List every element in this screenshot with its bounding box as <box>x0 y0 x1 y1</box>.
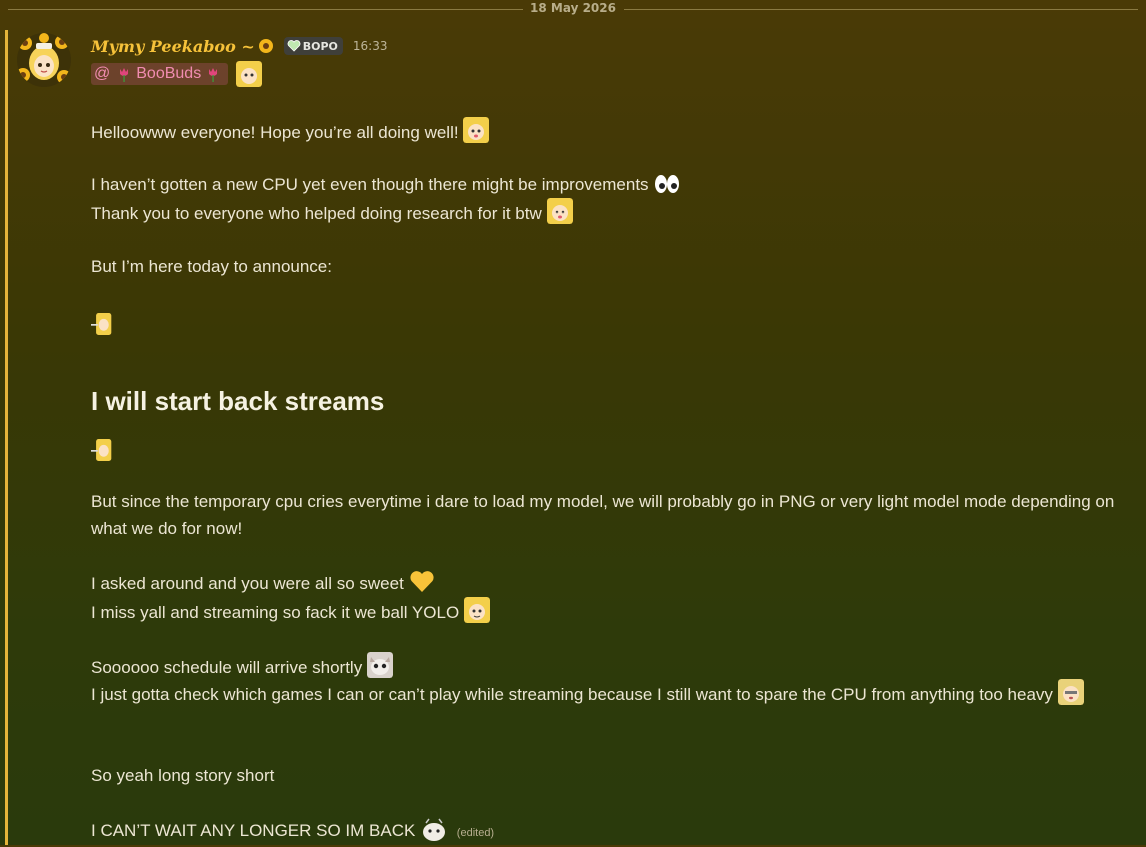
divider-line-right <box>624 9 1138 10</box>
message-text: Helloowww everyone! Hope you’re all doin… <box>91 123 459 142</box>
message-line: I asked around and you were all so sweet <box>91 570 435 597</box>
message-timestamp[interactable]: 16:33 <box>353 39 388 53</box>
role-mention-label: BooBuds <box>136 65 202 82</box>
message-line: Thank you to everyone who helped doing r… <box>91 198 573 225</box>
date-divider: 18 May 2026 <box>0 0 1146 18</box>
message-text: I asked around and you were all so sweet <box>91 574 404 593</box>
divider-line-left <box>8 9 523 10</box>
message-line: I haven’t gotten a new CPU yet even thou… <box>91 171 681 198</box>
message-text: I haven’t gotten a new CPU yet even thou… <box>91 175 649 194</box>
chibi-emote[interactable] <box>546 198 573 224</box>
message-line: Helloowww everyone! Hope you’re all doin… <box>91 117 490 144</box>
message-line <box>91 311 113 338</box>
role-tag-label: BOPO <box>302 39 338 53</box>
message-line: So yeah long story short <box>91 762 274 789</box>
message-text: I CAN’T WAIT ANY LONGER SO IM BACK <box>91 821 416 840</box>
edited-indicator[interactable]: (edited) <box>457 827 494 839</box>
message-text: But I’m here today to announce: <box>91 257 332 276</box>
yellow-heart-emoji[interactable] <box>409 570 435 594</box>
message-text: I miss yall and streaming so fack it we … <box>91 603 460 622</box>
mention-highlight-bar <box>5 30 8 845</box>
message-text: Thank you to everyone who helped doing r… <box>91 204 542 223</box>
role-mention[interactable]: @ BooBuds <box>91 63 229 85</box>
tulip-icon <box>209 68 218 82</box>
role-tag[interactable]: BOPO <box>283 37 343 55</box>
message-text: I just gotta check which games I can or … <box>91 685 1053 704</box>
message-line: But I’m here today to announce: <box>91 253 332 280</box>
chibi-emote[interactable] <box>463 117 490 143</box>
green-heart-icon <box>287 40 301 52</box>
mention-line: @ BooBuds <box>91 61 263 87</box>
tulip-icon <box>120 68 129 82</box>
message-header: Mymy Peekaboo ~ BOPO 16:33 <box>91 36 387 56</box>
chibi-emote[interactable] <box>1057 679 1084 705</box>
peeking-emote[interactable] <box>91 439 113 461</box>
cat-emote[interactable] <box>366 652 393 678</box>
chibi-emote[interactable] <box>236 61 263 87</box>
blob-emote[interactable] <box>420 817 448 841</box>
avatar[interactable] <box>17 33 71 87</box>
author-username[interactable]: Mymy Peekaboo ~ <box>91 37 255 56</box>
message-text: So yeah long story short <box>91 766 275 785</box>
message-line <box>91 437 113 464</box>
sunflower-avatar-icon <box>17 33 71 87</box>
peeking-emote[interactable] <box>91 313 113 335</box>
message-line: But since the temporary cpu cries everyt… <box>91 492 1115 538</box>
announcement-heading: I will start back streams <box>91 386 385 416</box>
message-line: I CAN’T WAIT ANY LONGER SO IM BACK (edit… <box>91 817 494 844</box>
eyes-emoji[interactable] <box>653 173 681 195</box>
date-divider-label: 18 May 2026 <box>530 1 616 15</box>
message-line: Soooooo schedule will arrive shortly <box>91 652 393 679</box>
chibi-emote[interactable] <box>463 597 490 623</box>
sunflower-icon <box>258 39 273 53</box>
message-line: I miss yall and streaming so fack it we … <box>91 597 490 624</box>
message-text: Soooooo schedule will arrive shortly <box>91 658 363 677</box>
message-line: I just gotta check which games I can or … <box>91 679 1131 733</box>
